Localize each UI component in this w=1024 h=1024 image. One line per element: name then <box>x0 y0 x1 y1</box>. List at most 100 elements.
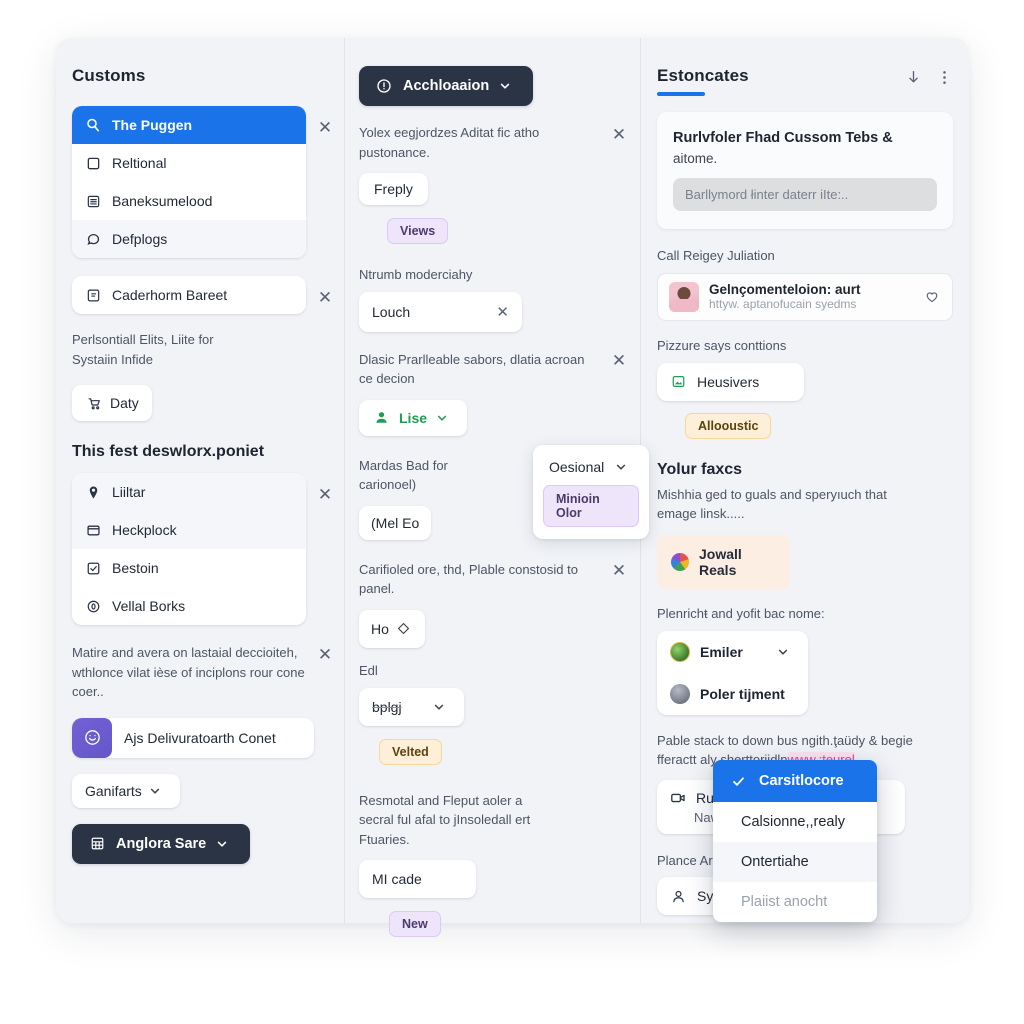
chevron-down-icon[interactable] <box>777 646 795 658</box>
mi-cade-input[interactable]: MI cade <box>359 860 476 899</box>
more-vertical-icon[interactable] <box>936 69 953 91</box>
smiley-icon <box>72 717 112 758</box>
left-column: Customs The Puggen Reltional Baneksumelo… <box>56 38 344 923</box>
contact-card[interactable]: Gelnçomenteloion: aurt httyw. aptanofuca… <box>657 272 953 321</box>
sidebar-item-reltional[interactable]: Reltional <box>72 144 306 182</box>
mi-cade-value: MI cade <box>372 871 422 888</box>
list-item-liiltar[interactable]: Liiltar <box>72 473 306 511</box>
person-name: Poler tijment <box>700 685 785 702</box>
contact-label: Call Reigey Juliation <box>657 248 775 264</box>
accent-underline <box>657 92 705 96</box>
sidebar-item-label: Baneksumelood <box>112 193 213 209</box>
info-circle-icon <box>375 77 393 95</box>
block2-row: Dlasic Prarlleable sabors, dlatia acroan… <box>359 350 630 389</box>
grid-icon <box>88 835 106 853</box>
heusivers-item[interactable]: Heusivers <box>657 363 804 401</box>
menu-item-calsionne[interactable]: Calsionne,,realy <box>713 802 877 842</box>
block3-text: Mardas Bad for carionoel) <box>359 457 448 493</box>
close-bottom-text-button[interactable]: ✕ <box>314 643 336 665</box>
hero-subtitle: aitome. <box>673 151 718 167</box>
sidebar-item-the-puggen[interactable]: The Puggen <box>72 106 306 144</box>
block4-text: Carifioled ore, thd, Plable constosid to… <box>359 561 578 597</box>
mel-eo-button[interactable]: (Mel Eo <box>359 505 432 540</box>
mel-eo-label: (Mel Eo <box>371 514 420 531</box>
menu-item-plaiist-anocht[interactable]: Plaiist anocht <box>713 882 877 922</box>
caderhorm-label: Caderhorm Bareet <box>112 287 228 303</box>
square-icon <box>84 154 102 172</box>
list-item-heckplock[interactable]: Heckplock <box>72 511 306 549</box>
context-menu: Carsitlocore Calsionne,,realy Ontertiahe… <box>713 760 877 922</box>
block4-row: Carifioled ore, thd, Plable constosid to… <box>359 560 630 599</box>
chevron-down-icon <box>499 80 517 92</box>
close-caderhorm-button[interactable]: ✕ <box>314 286 336 308</box>
list-item-label: Vellal Borks <box>112 598 186 614</box>
acchloaaion-label: Acchloaaion <box>403 78 490 94</box>
ganifarts-dropdown[interactable]: Ganifarts <box>72 773 180 808</box>
menu-item-label: Carsitlocore <box>759 773 844 789</box>
close-block1-button[interactable]: ✕ <box>608 123 630 145</box>
list-item-label: Heckplock <box>112 522 177 538</box>
menu-item-carsitlocore[interactable]: Carsitlocore <box>713 760 877 802</box>
ganifarts-wrap: Ganifarts <box>72 773 336 808</box>
close-block4-button[interactable]: ✕ <box>608 560 630 582</box>
sidebar-item-baneksumelood[interactable]: Baneksumelood <box>72 182 306 220</box>
right-column-title: Estoncates <box>657 66 749 85</box>
person-name: Emiler <box>700 643 743 660</box>
close-nav-card-button[interactable]: ✕ <box>314 116 336 138</box>
lise-select[interactable]: Lise <box>359 399 468 436</box>
right-header-icons <box>905 66 953 91</box>
anglora-sare-button[interactable]: Anglora Sare <box>72 823 251 864</box>
daty-button[interactable]: Daty <box>72 385 152 421</box>
rainbow-icon <box>671 552 689 571</box>
heusivers-card[interactable]: Heusivers <box>657 362 804 401</box>
hero-search-input[interactable]: Barllymord łinter daterr iIte:.. <box>673 178 937 212</box>
jowall-reals-chip[interactable]: Jowall Reals <box>657 534 790 589</box>
caderhorm-item[interactable]: Caderhorm Bareet <box>72 276 306 314</box>
cart-icon <box>85 394 103 412</box>
people-card: Emiler Poler tijment <box>657 630 808 715</box>
acchloaaion-button[interactable]: Acchloaaion <box>359 66 534 106</box>
menu-item-label: Ontertiahe <box>741 854 809 870</box>
left-bottom-text: Matire and avera on lastaial deccioiteh,… <box>72 645 305 699</box>
block1-row: Yolex eegjordzes Aditat fic atho pustona… <box>359 123 630 162</box>
oesional-label: Oesional <box>549 459 605 475</box>
menu-item-ontertiahe[interactable]: Ontertiahe <box>713 842 877 882</box>
new-badge: New <box>389 911 441 938</box>
clear-louch-icon[interactable]: ✕ <box>496 303 509 321</box>
freply-button[interactable]: Freply <box>359 173 428 205</box>
oesional-select[interactable]: Oesional <box>543 455 639 485</box>
minioin-olor-badge: Minioin Olor <box>543 485 639 527</box>
user-icon <box>669 887 687 905</box>
field2-label: Edl <box>359 662 378 678</box>
caderhorm-card[interactable]: Caderhorm Bareet <box>72 276 306 314</box>
contact-url: httyw. aptanofucain syedms <box>709 297 857 312</box>
velted-badge-wrap: Velted <box>379 738 630 765</box>
lise-label: Lise <box>399 409 428 426</box>
heart-icon[interactable] <box>923 288 941 306</box>
acchloaaion-wrap: Acchloaaion <box>359 66 630 106</box>
menu-item-label: Calsionne,,realy <box>741 814 845 830</box>
list-item-vellal-borks[interactable]: Vellal Borks <box>72 587 306 625</box>
list-icon <box>84 192 102 210</box>
close-block2-button[interactable]: ✕ <box>608 350 630 372</box>
person-row[interactable]: Emiler <box>657 631 808 673</box>
sidebar-item-defplogs[interactable]: Defplogs <box>72 220 306 258</box>
action-card-label: Ajs Delivuratoarth Conet <box>124 729 276 746</box>
bplgj-select[interactable]: bplgj <box>359 687 464 726</box>
chevron-down-icon <box>615 461 633 473</box>
sidebar-item-label: The Puggen <box>112 117 193 133</box>
left-section-title: This fest deswlorx.poniet <box>72 443 265 460</box>
person-row[interactable]: Poler tijment <box>657 673 808 715</box>
freply-wrap: Freply <box>359 173 630 205</box>
diamond-icon <box>395 620 413 638</box>
list-item-bestoin[interactable]: Bestoin <box>72 549 306 587</box>
new-badge-wrap: New <box>389 911 630 938</box>
hero-title: Rurlvfoler Fhad Cussom Tebs & <box>673 130 893 146</box>
louch-input[interactable]: Louch ✕ <box>359 291 522 332</box>
ho-stepper[interactable]: Ho <box>359 609 425 648</box>
nav-card: The Puggen Reltional Baneksumelood Defpl… <box>72 106 306 258</box>
action-card[interactable]: Ajs Delivuratoarth Conet <box>72 717 314 758</box>
close-list2-button[interactable]: ✕ <box>314 483 336 505</box>
screenshot-root: Customs The Puggen Reltional Baneksumelo… <box>0 0 1024 1024</box>
download-icon[interactable] <box>905 69 922 91</box>
